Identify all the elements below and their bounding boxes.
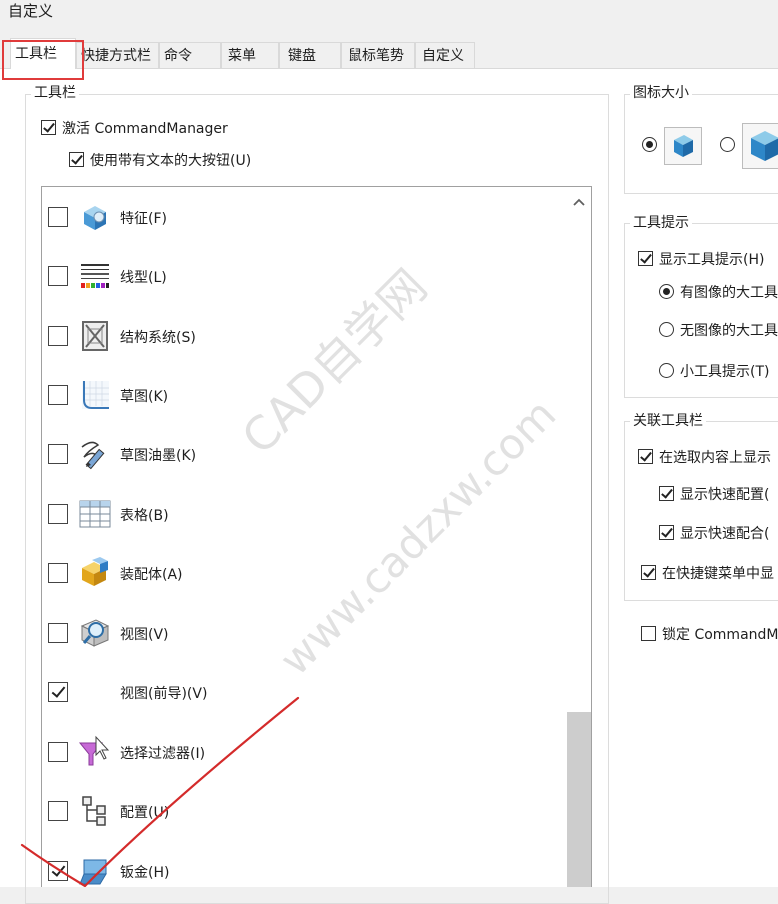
tab-customize[interactable]: 自定义 [415,42,475,68]
table-icon [78,497,112,531]
quick-config-checkbox[interactable] [659,486,674,501]
view-label: 视图(V) [120,627,169,643]
structure-system-checkbox[interactable] [48,326,68,346]
tab-menus[interactable]: 菜单 [221,42,279,68]
list-item[interactable]: 结构系统(S) [42,306,567,365]
tab-highlight-frame [2,40,84,80]
list-item[interactable]: 草图油墨(K) [42,424,567,483]
view-checkbox[interactable] [48,623,68,643]
lock-cm-checkbox[interactable] [641,626,656,641]
sketch-ink-label: 草图油墨(K) [120,448,197,464]
list-item[interactable]: 装配体(A) [42,543,567,602]
red-check-annotation [20,696,300,887]
tooltip-large-image-label: 有图像的大工具 [680,285,778,301]
lock-cm-label: 锁定 CommandM [662,627,778,643]
show-tooltips-label: 显示工具提示(H) [659,252,765,268]
icon-size-large-radio[interactable] [720,137,735,152]
tab-keyboard[interactable]: 键盘 [279,42,341,68]
list-item[interactable]: 线型(L) [42,246,567,305]
tooltip-large-noimage-label: 无图像的大工具 [680,323,778,339]
list-item[interactable]: 视图(V) [42,603,567,662]
activate-cm-label: 激活 CommandManager [62,121,228,137]
tooltip-large-image-radio[interactable] [659,284,674,299]
features-label: 特征(F) [120,211,167,227]
table-label: 表格(B) [120,508,169,524]
assembly-icon [78,556,112,590]
tooltip-small-label: 小工具提示(T) [680,364,770,380]
features-checkbox[interactable] [48,207,68,227]
scroll-up-chevron-icon[interactable] [572,195,586,206]
view-icon [78,616,112,650]
tooltip-small-radio[interactable] [659,363,674,378]
quick-config-label: 显示快速配置( [680,487,770,503]
show-on-selection-checkbox[interactable] [638,449,653,464]
list-item[interactable]: 特征(F) [42,187,567,246]
show-in-shortcut-label: 在快捷键菜单中显 [662,566,774,582]
tooltip-large-noimage-radio[interactable] [659,322,674,337]
quick-mate-label: 显示快速配合( [680,526,770,542]
assembly-label: 装配体(A) [120,567,183,583]
show-on-selection-label: 在选取内容上显示 [659,450,771,466]
list-item[interactable]: 表格(B) [42,484,567,543]
show-tooltips-checkbox[interactable] [638,251,653,266]
sketch-label: 草图(K) [120,389,169,405]
sketch-icon [78,378,112,412]
line-format-icon [78,259,112,293]
line-format-label: 线型(L) [120,270,167,286]
activate-cm-checkbox[interactable] [41,120,56,135]
large-cube-icon [742,123,778,169]
structure-system-label: 结构系统(S) [120,330,196,346]
icon-size-small-radio[interactable] [642,137,657,152]
show-in-shortcut-checkbox[interactable] [641,565,656,580]
icon-size-title: 图标大小 [630,82,692,102]
sketch-ink-icon [78,437,112,471]
quick-mate-checkbox[interactable] [659,525,674,540]
sketch-checkbox[interactable] [48,385,68,405]
sketch-ink-checkbox[interactable] [48,444,68,464]
large-buttons-label: 使用带有文本的大按钮(U) [90,153,252,169]
tab-shortcut-bars[interactable]: 快捷方式栏 [76,42,159,68]
structure-system-icon [78,319,112,353]
features-icon [78,200,112,234]
toolbars-group-title: 工具栏 [31,82,79,102]
small-cube-icon [664,127,702,165]
list-item[interactable]: 草图(K) [42,365,567,424]
line-format-checkbox[interactable] [48,266,68,286]
tooltips-title: 工具提示 [630,212,692,232]
tab-commands[interactable]: 命令 [159,42,221,68]
scrollbar-thumb[interactable] [567,712,591,887]
assembly-checkbox[interactable] [48,563,68,583]
large-buttons-checkbox[interactable] [69,152,84,167]
tab-mouse-gestures[interactable]: 鼠标笔势 [341,42,415,68]
window-title: 自定义 [8,2,54,20]
context-toolbar-title: 关联工具栏 [630,410,706,430]
table-checkbox[interactable] [48,504,68,524]
